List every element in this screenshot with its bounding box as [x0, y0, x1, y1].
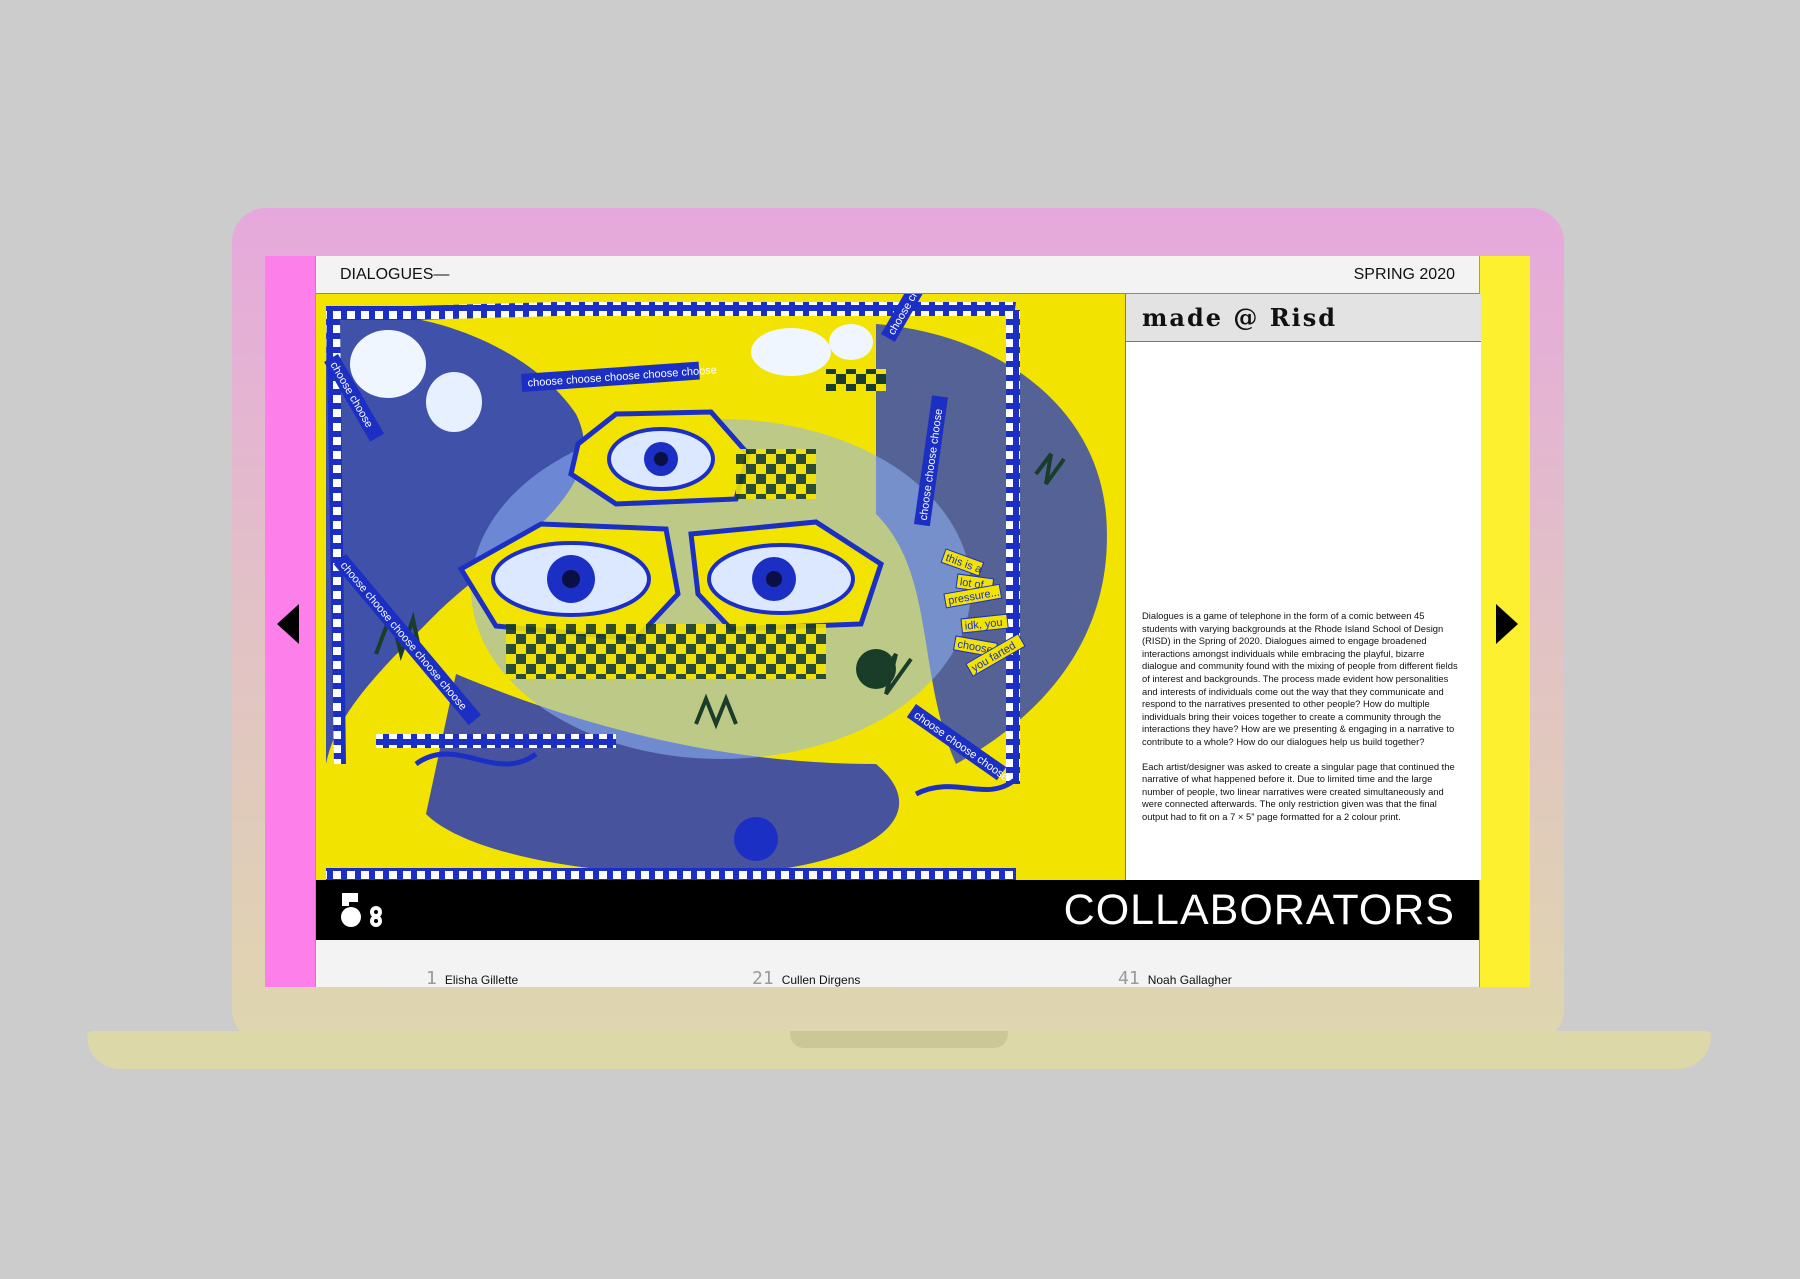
web-page: DIALOGUES— SPRING 2020 choose choose cho…	[315, 256, 1481, 987]
site-title[interactable]: DIALOGUES—	[340, 266, 449, 284]
collaborators-list: 1 Elisha Gillette 21 Cullen Dirgens 41 N…	[316, 940, 1479, 987]
made-at-risd-bar: made @ Risd	[1126, 294, 1481, 342]
collaborators-bar: COLLABORATORS	[316, 880, 1479, 940]
laptop-notch	[790, 1031, 1008, 1048]
made-at-risd-logo: made @ Risd	[1142, 303, 1338, 332]
laptop-screen: DIALOGUES— SPRING 2020 choose choose cho…	[265, 256, 1530, 987]
season-label: SPRING 2020	[1353, 265, 1455, 283]
artwork-illustration: choose choose choose choose choose choos…	[316, 294, 1125, 880]
collaborator-number: 1	[426, 968, 437, 987]
collaborator-name: Cullen Dirgens	[781, 973, 861, 987]
dialogues-artwork: choose choose choose choose choose choos…	[316, 294, 1125, 880]
prev-arrow-icon[interactable]	[277, 604, 299, 644]
collaborator-name: Elisha Gillette	[444, 973, 519, 987]
collaborators-title: COLLABORATORS	[1063, 885, 1455, 934]
collaborator-item[interactable]: 41 Noah Gallagher	[1118, 968, 1232, 987]
collaborator-item[interactable]: 21 Cullen Dirgens	[752, 968, 860, 987]
description-paragraph-1: Dialogues is a game of telephone in the …	[1142, 610, 1458, 747]
project-sidebar: made @ Risd Dialogues is a game of telep…	[1125, 294, 1481, 880]
collaborator-item[interactable]: 1 Elisha Gillette	[426, 968, 518, 987]
collaborator-number: 41	[1118, 968, 1140, 987]
left-rail	[265, 256, 315, 987]
next-arrow-icon[interactable]	[1496, 604, 1518, 644]
right-rail	[1480, 256, 1530, 987]
collaborator-number: 21	[752, 968, 774, 987]
description-paragraph-2: Each artist/designer was asked to create…	[1142, 760, 1455, 822]
brand-mark-icon	[340, 893, 390, 927]
page-header: DIALOGUES— SPRING 2020	[316, 256, 1479, 294]
collaborator-name: Noah Gallagher	[1147, 973, 1232, 987]
desktop-background: DIALOGUES— SPRING 2020 choose choose cho…	[0, 0, 1800, 1279]
project-description: Dialogues is a game of telephone in the …	[1142, 610, 1462, 824]
